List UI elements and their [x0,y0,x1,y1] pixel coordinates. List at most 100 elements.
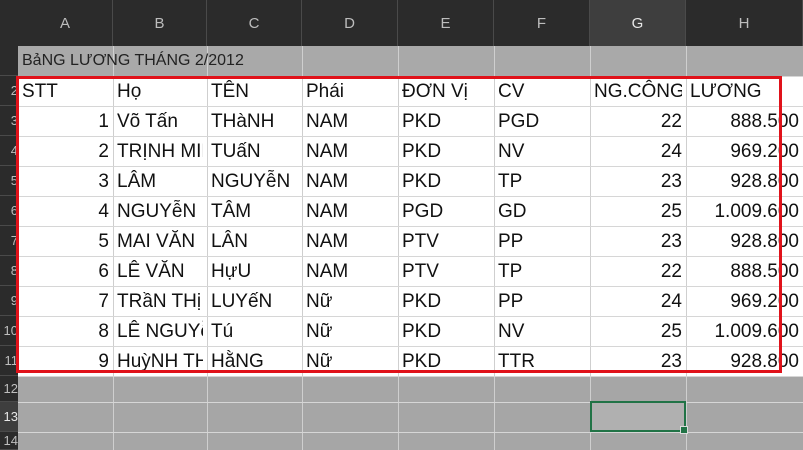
table-cell[interactable]: PP [498,287,586,317]
row-header[interactable] [0,46,18,76]
header-cell[interactable]: Phái [306,77,394,107]
column-header-d[interactable]: D [302,0,398,46]
table-cell[interactable]: 9 [22,347,109,377]
row-header[interactable]: 6 [0,196,18,226]
row-header[interactable]: 5 [0,166,18,196]
table-cell[interactable]: TUấN [211,137,298,167]
header-cell[interactable]: TÊN [211,77,298,107]
table-cell[interactable]: 25 [594,317,682,347]
column-header-e[interactable]: E [398,0,494,46]
table-cell[interactable]: Võ Tấn [117,107,203,137]
table-cell[interactable]: PGD [498,107,586,137]
row-header[interactable]: 2 [0,76,18,106]
table-cell[interactable]: 2 [22,137,109,167]
table-cell[interactable]: NGUYễN N [117,197,203,227]
table-cell[interactable]: 22 [594,257,682,287]
table-cell[interactable]: Nữ [306,287,394,317]
table-cell[interactable]: HuỳNH TH [117,347,203,377]
table-cell[interactable]: TP [498,167,586,197]
table-cell[interactable]: 928.800 [690,167,799,197]
column-header-c[interactable]: C [207,0,302,46]
table-cell[interactable]: 25 [594,197,682,227]
table-cell[interactable]: PKD [402,167,490,197]
table-cell[interactable]: TRầN THị [117,287,203,317]
sheet-title[interactable]: BảNG LƯƠNG THÁNG 2/2012 [22,46,244,76]
row-header[interactable]: 3 [0,106,18,136]
table-cell[interactable]: 4 [22,197,109,227]
table-cell[interactable]: NAM [306,197,394,227]
table-cell[interactable]: HựU [211,257,298,287]
table-cell[interactable]: PKD [402,107,490,137]
table-cell[interactable]: NAM [306,227,394,257]
table-cell[interactable]: 6 [22,257,109,287]
table-cell[interactable]: PTV [402,227,490,257]
table-cell[interactable]: HằNG [211,347,298,377]
table-cell[interactable]: PKD [402,347,490,377]
row-header[interactable]: 8 [0,256,18,286]
table-cell[interactable]: NAM [306,167,394,197]
table-cell[interactable]: 3 [22,167,109,197]
table-cell[interactable]: LÂN [211,227,298,257]
table-cell[interactable]: 1.009.600 [690,197,799,227]
table-cell[interactable]: 7 [22,287,109,317]
header-cell[interactable]: STT [22,77,109,107]
table-cell[interactable]: TÂM [211,197,298,227]
table-cell[interactable]: PKD [402,287,490,317]
table-cell[interactable]: NGUYễN [211,167,298,197]
table-cell[interactable]: 23 [594,347,682,377]
header-cell[interactable]: ĐƠN Vị [402,77,490,107]
select-all-corner[interactable] [0,0,18,46]
row-header[interactable]: 14 [0,432,18,450]
row-header[interactable]: 10 [0,316,18,346]
table-cell[interactable]: NAM [306,137,394,167]
column-header-a[interactable]: A [18,0,113,46]
table-cell[interactable]: 24 [594,137,682,167]
table-cell[interactable]: 928.800 [690,227,799,257]
table-cell[interactable]: TRỊNH MIN [117,137,203,167]
row-header[interactable]: 12 [0,376,18,402]
table-cell[interactable]: 969.200 [690,287,799,317]
active-cell-g13[interactable] [590,401,688,434]
table-cell[interactable]: Tú [211,317,298,347]
header-cell[interactable]: CV [498,77,586,107]
row-header[interactable]: 11 [0,346,18,376]
table-cell[interactable]: MAI VĂN [117,227,203,257]
row-header[interactable]: 7 [0,226,18,256]
table-cell[interactable]: PKD [402,317,490,347]
table-cell[interactable]: PTV [402,257,490,287]
table-cell[interactable]: LUYếN [211,287,298,317]
row-header[interactable]: 9 [0,286,18,316]
table-cell[interactable]: Nữ [306,317,394,347]
table-cell[interactable]: 24 [594,287,682,317]
table-cell[interactable]: TP [498,257,586,287]
table-cell[interactable]: LÊ NGUYễ [117,317,203,347]
table-cell[interactable]: 888.500 [690,257,799,287]
table-cell[interactable]: 22 [594,107,682,137]
table-cell[interactable]: LÂM [117,167,203,197]
column-header-b[interactable]: B [113,0,207,46]
table-cell[interactable]: LÊ VĂN [117,257,203,287]
table-cell[interactable]: 1 [22,107,109,137]
table-cell[interactable]: 928.800 [690,347,799,377]
row-header[interactable]: 4 [0,136,18,166]
table-cell[interactable]: NV [498,137,586,167]
column-header-g[interactable]: G [590,0,686,46]
table-cell[interactable]: 888.500 [690,107,799,137]
table-cell[interactable]: NV [498,317,586,347]
table-cell[interactable]: 23 [594,227,682,257]
table-cell[interactable]: 5 [22,227,109,257]
table-cell[interactable]: PKD [402,137,490,167]
table-cell[interactable]: PGD [402,197,490,227]
table-cell[interactable]: 23 [594,167,682,197]
header-cell[interactable]: NG.CÔNG [594,77,682,107]
table-cell[interactable]: 1.009.600 [690,317,799,347]
table-cell[interactable]: 8 [22,317,109,347]
header-cell[interactable]: LƯƠNG [690,77,799,107]
header-cell[interactable]: Họ [117,77,203,107]
table-cell[interactable]: THàNH [211,107,298,137]
table-cell[interactable]: TTR [498,347,586,377]
table-cell[interactable]: 969.200 [690,137,799,167]
table-cell[interactable]: GD [498,197,586,227]
table-cell[interactable]: NAM [306,107,394,137]
column-header-h[interactable]: H [686,0,803,46]
